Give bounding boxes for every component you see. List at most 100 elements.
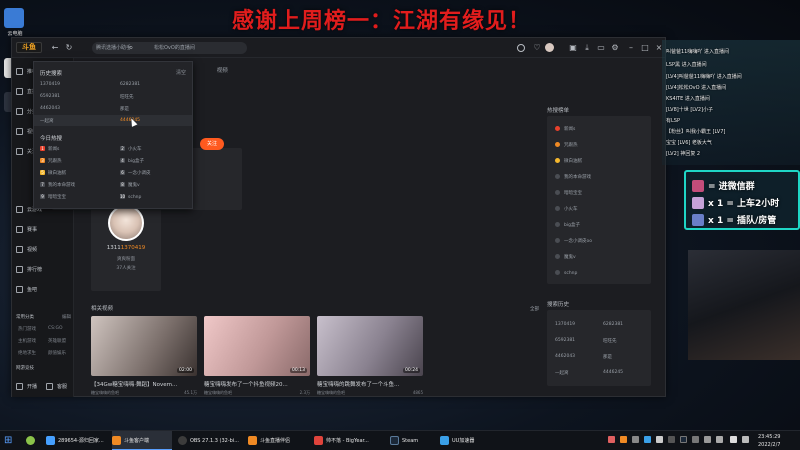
video-author[interactable]: 糖宝嗨嗨的鱼吧 [317, 390, 345, 395]
taskbar-app[interactable]: 斗鱼客户端 [112, 431, 172, 450]
hot-today-item[interactable]: 10 schnp [120, 194, 141, 200]
recent-category-title[interactable]: 网游竞技 [16, 365, 34, 371]
windows-start-icon[interactable]: ⊞ [4, 431, 18, 450]
gift-icon[interactable]: ▣ [568, 43, 578, 53]
tray-icon[interactable] [656, 436, 663, 443]
maximize-icon[interactable]: □ [640, 43, 650, 53]
hot-today-item[interactable]: 5 微白油腻 [40, 170, 66, 176]
user-avatar[interactable] [545, 43, 554, 52]
follow-button[interactable]: 关注 [200, 138, 224, 150]
search-icon[interactable]: ⌕ [126, 43, 136, 53]
tray-icon[interactable] [668, 436, 675, 443]
douyu-logo[interactable]: 斗鱼 [16, 42, 42, 53]
video-title[interactable]: 【34Gw糖宝嗨嗨·舞蹈】Novem... [91, 380, 201, 388]
clear-history-button[interactable]: 清空 [176, 69, 186, 76]
settings-icon[interactable]: ⚙ [610, 43, 620, 53]
heart-icon[interactable]: ♡ [532, 43, 542, 53]
hot-search-item[interactable]: big盒子 [555, 222, 580, 228]
sidebar-item-film[interactable]: 视频 [16, 246, 37, 256]
tray-icon[interactable] [692, 436, 699, 443]
hot-today-item[interactable]: 2 小火车 [120, 146, 142, 152]
tab-video[interactable]: 视频 [217, 68, 228, 74]
common-category-item[interactable]: 英雄联盟 [48, 338, 66, 344]
taskbar-app[interactable]: Steam [390, 431, 434, 450]
search-suggestion[interactable]: 松松OvO的直播间 [154, 42, 195, 54]
network-icon[interactable] [704, 436, 711, 443]
hot-search-item[interactable]: 我的本命游戏 [555, 174, 591, 180]
keyboard-icon[interactable] [742, 436, 749, 443]
video-thumbnail[interactable]: 00:13 [204, 316, 310, 376]
hot-search-item[interactable]: 新闻s [555, 126, 575, 132]
history-item[interactable]: 1370419 [555, 322, 575, 327]
common-category-edit[interactable]: 编辑 [62, 314, 71, 320]
service-button[interactable]: 客服 [46, 383, 67, 393]
clock-icon[interactable] [517, 44, 525, 52]
common-category-item[interactable]: 热门游戏 [18, 326, 36, 332]
history-item[interactable]: 4446245 [603, 370, 623, 375]
tray-icon[interactable] [608, 436, 615, 443]
history-item[interactable]: 一起窝 [555, 370, 569, 376]
hot-today-item[interactable]: 6 一念小调皮 [120, 170, 151, 176]
ime-icon[interactable] [730, 436, 737, 443]
history-item[interactable]: 4462043 [555, 354, 575, 359]
hot-today-item[interactable]: 4 big盒子 [120, 158, 144, 164]
download-icon[interactable]: ⤓ [582, 43, 592, 53]
taskbar-app[interactable]: 斗鱼直播伴侣 [248, 431, 308, 450]
hot-today-item[interactable]: 7 我的本命游戏 [40, 182, 75, 188]
related-all-link[interactable]: 全部 [530, 306, 539, 312]
history-item[interactable]: 1370419 [40, 82, 60, 87]
common-category-item[interactable]: 绝地求生 [18, 350, 36, 356]
history-item[interactable]: 那是 [603, 354, 612, 360]
streamer-avatar[interactable] [108, 205, 144, 241]
minimize-icon[interactable]: – [626, 43, 636, 53]
history-item[interactable]: 6282381 [120, 82, 140, 87]
video-author[interactable]: 糖宝嗨嗨的鱼吧 [204, 390, 232, 395]
history-item[interactable]: 6592381 [40, 94, 60, 99]
hot-search-item[interactable]: schnp [555, 270, 577, 276]
taskbar-app[interactable]: 289654-源归回家... [46, 431, 108, 450]
history-item[interactable]: 4462043 [40, 106, 60, 111]
history-item[interactable]: 旺旺先 [120, 94, 134, 100]
hot-search-item[interactable]: 咒跟热 [555, 142, 578, 148]
history-item[interactable]: 6282381 [603, 322, 623, 327]
history-item[interactable]: 旺旺先 [603, 338, 617, 344]
taskbar-app[interactable]: 帅不落 - BigYear... [314, 431, 386, 450]
common-category-item[interactable]: 颜值娱乐 [48, 350, 66, 356]
hot-today-item[interactable]: 9 暗暗宝宝 [40, 194, 66, 200]
search-input[interactable]: 腾讯选播小助手 松松OvO的直播间 [92, 42, 247, 54]
broadcast-button[interactable]: 开播 [16, 383, 37, 393]
taskbar-app[interactable]: OBS 27.1.3 (32-bi... [178, 431, 244, 450]
video-author[interactable]: 糖宝嗨嗨的鱼吧 [91, 390, 119, 395]
video-thumbnail[interactable]: 02:00 [91, 316, 197, 376]
sidebar-item-match[interactable]: 赛事 [16, 226, 37, 236]
sidebar-item-fishbar[interactable]: 鱼吧 [16, 286, 37, 296]
hot-search-item[interactable]: 小火车 [555, 206, 578, 212]
video-title[interactable]: 糖宝嗨嗨的跳舞发布了一个斗鱼... [317, 380, 427, 388]
common-category-item[interactable]: 主机游戏 [18, 338, 36, 344]
hot-search-item[interactable]: 一念小调皮oo [555, 238, 592, 244]
hot-today-item[interactable]: 3 咒跟热 [40, 158, 62, 164]
history-item[interactable]: 一起窝 [40, 118, 54, 124]
hot-today-item[interactable]: 1 新闻s [40, 146, 59, 152]
tray-icon[interactable] [632, 436, 639, 443]
back-icon[interactable]: ← [50, 43, 60, 53]
volume-icon[interactable] [716, 436, 723, 443]
refresh-icon[interactable]: ↻ [64, 43, 74, 53]
steam-tray-icon[interactable] [680, 436, 687, 443]
history-item[interactable]: 6592381 [555, 338, 575, 343]
hot-today-item[interactable]: 8 魔鬼v [120, 182, 140, 188]
hot-search-item[interactable]: 暗暗宝宝 [555, 190, 582, 196]
history-item[interactable]: 那是 [120, 106, 129, 112]
sidebar-item-rank[interactable]: 排行榜 [16, 266, 42, 276]
hot-search-item[interactable]: 魔鬼v [555, 254, 576, 260]
cloud-pc-icon[interactable] [4, 8, 24, 28]
video-thumbnail[interactable]: 00:24 [317, 316, 423, 376]
taskbar-app[interactable] [26, 431, 38, 450]
tray-icon[interactable] [620, 436, 627, 443]
hot-search-item[interactable]: 微白油腻 [555, 158, 582, 164]
video-title[interactable]: 糖宝嗨嗨发布了一个抖鱼视频20... [204, 380, 314, 388]
message-icon[interactable]: ▭ [596, 43, 606, 53]
system-clock[interactable]: 23:45:29 2022/2/7 [758, 433, 780, 449]
common-category-item[interactable]: CS:GO [48, 326, 63, 331]
taskbar-app[interactable]: UU加速器 [440, 431, 488, 450]
